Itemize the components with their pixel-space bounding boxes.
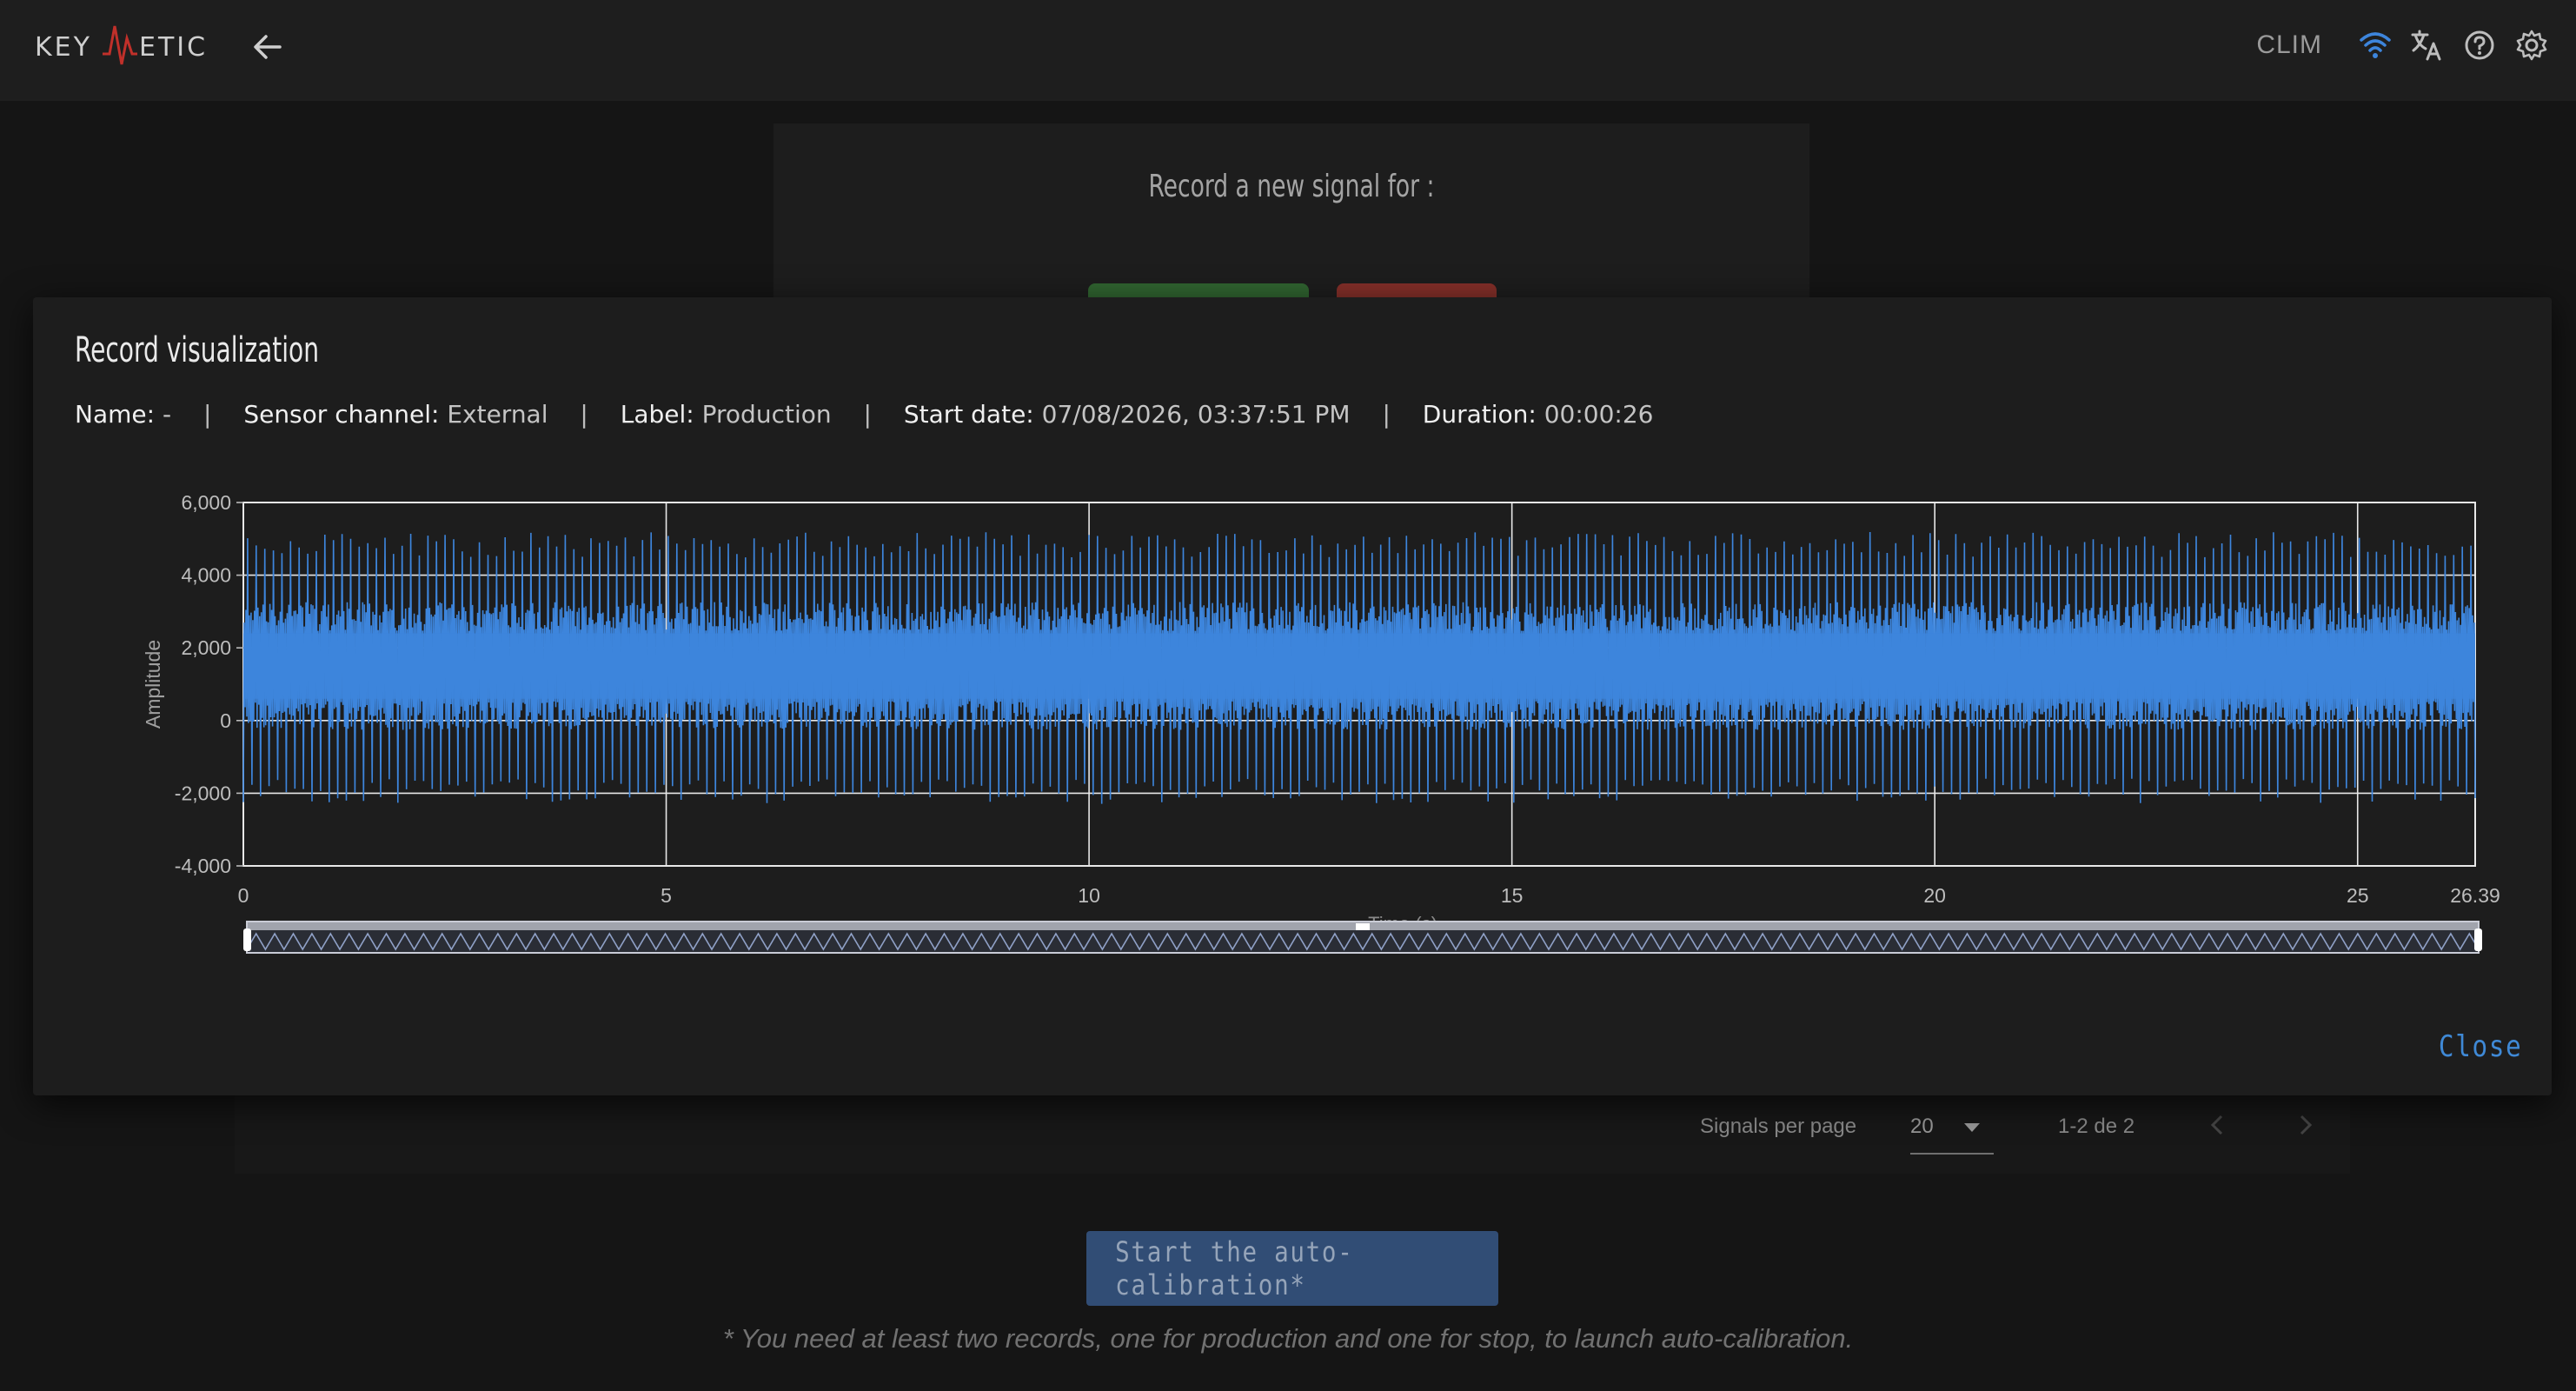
x-tick-label: 15: [1501, 884, 1524, 907]
top-bar: KEY ETIC CLIM: [0, 0, 2576, 101]
x-tick-label: 25: [2347, 884, 2369, 907]
amplitude-series-core: [243, 633, 2475, 699]
translate-icon[interactable]: [2409, 27, 2446, 63]
x-tick-label: 20: [1923, 884, 1946, 907]
y-tick-label: 4,000: [181, 564, 231, 587]
close-button[interactable]: Close: [2439, 1029, 2523, 1064]
y-tick-label: -4,000: [175, 855, 231, 877]
plant-name[interactable]: CLIM: [2256, 30, 2322, 60]
y-axis-label: Amplitude: [142, 640, 164, 729]
logo-mark: KEY ETIC: [35, 25, 208, 65]
svg-text:ETIC: ETIC: [139, 32, 208, 63]
y-tick-label: -2,000: [175, 782, 231, 804]
range-slider-right-handle[interactable]: [2474, 928, 2482, 951]
back-arrow-icon[interactable]: [247, 26, 289, 68]
x-tick-label: 26.39: [2450, 884, 2500, 907]
keynetic-logo: KEY ETIC: [35, 19, 217, 71]
y-tick-label: 6,000: [181, 491, 231, 514]
range-slider-left-handle[interactable]: [243, 928, 251, 951]
x-tick-label: 10: [1078, 884, 1100, 907]
svg-text:KEY: KEY: [35, 32, 92, 63]
y-tick-label: 0: [220, 709, 231, 732]
x-tick-label: 5: [661, 884, 672, 907]
record-visualization-dialog: Record visualization Name: - | Sensor ch…: [33, 297, 2552, 1095]
x-tick-label: 0: [238, 884, 249, 907]
help-icon[interactable]: [2461, 27, 2498, 63]
y-tick-label: 2,000: [181, 636, 231, 659]
range-slider-grip[interactable]: [1356, 923, 1370, 930]
wifi-icon[interactable]: [2357, 27, 2393, 63]
amplitude-chart[interactable]: 6,000 4,000 2,000 0 -2,000 -4,000 0 5 10 15 20 25 26…: [33, 297, 2552, 1095]
settings-gear-icon[interactable]: [2513, 27, 2550, 63]
